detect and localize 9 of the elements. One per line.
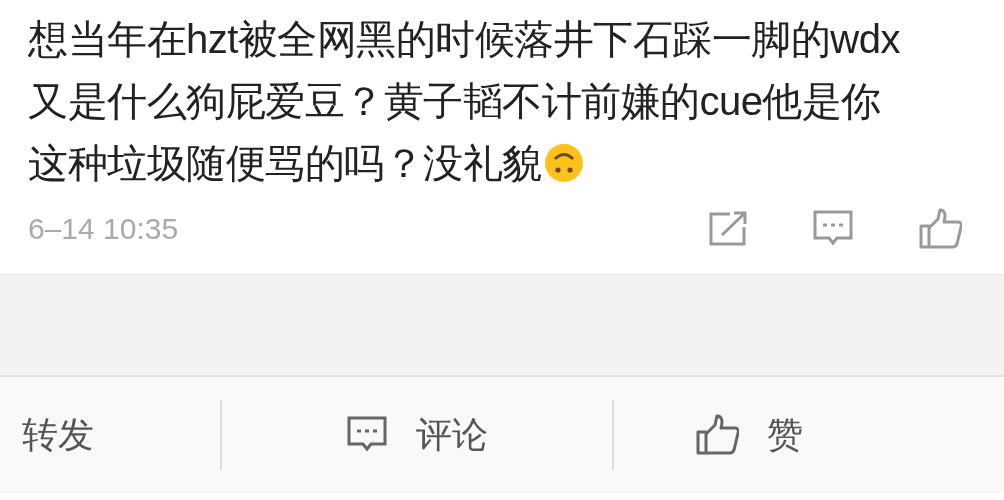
like-button[interactable]: 赞 xyxy=(689,406,809,464)
thumbs-up-icon[interactable] xyxy=(918,208,962,250)
emoji-icon xyxy=(543,143,584,183)
comment-button[interactable]: 评论 xyxy=(340,406,494,464)
comment-text: 想当年在hzt被全网黑的时候落井下石踩一脚的wdx 又是什么狗屁爱豆？黄子韬不计前嫌的cue他是你这种垃圾随便骂的吗？没礼貌 xyxy=(28,16,900,187)
timestamp: 6–14 10:35 xyxy=(28,212,180,246)
repost-button[interactable]: 转发 xyxy=(16,406,100,464)
share-icon[interactable] xyxy=(708,211,748,247)
thumbs-up-icon xyxy=(695,414,739,456)
